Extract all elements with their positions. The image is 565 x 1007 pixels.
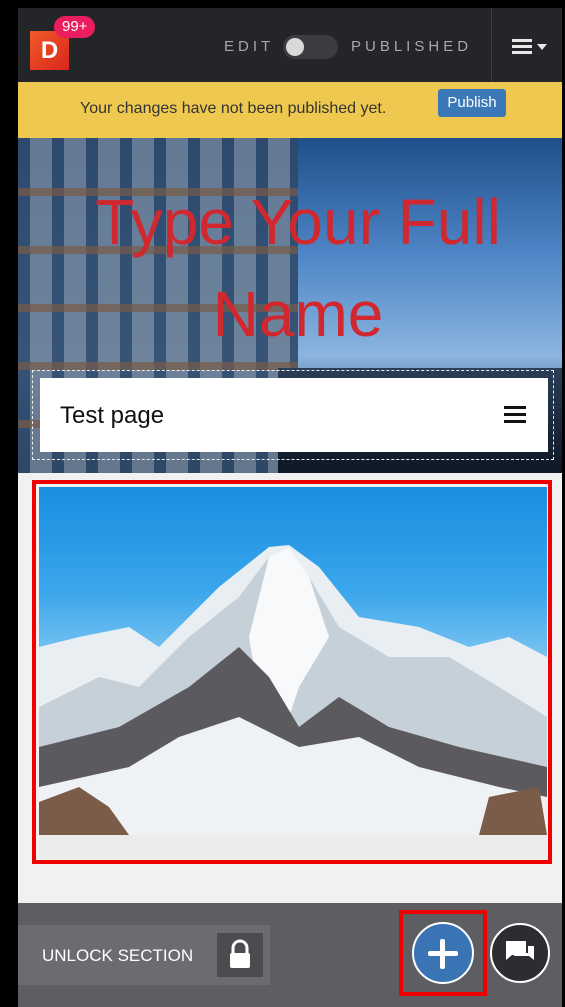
main-menu-button[interactable]: [508, 36, 552, 58]
editor-frame: D 99+ EDIT PUBLISHED Your changes have n…: [18, 8, 562, 1007]
hero-title[interactable]: Type Your Full Name: [58, 176, 538, 360]
published-mode-label: PUBLISHED: [351, 38, 473, 55]
caret-down-icon: [537, 44, 547, 50]
selected-section-highlight: [32, 480, 552, 864]
chat-icon: [506, 941, 534, 960]
hamburger-icon[interactable]: [504, 406, 526, 424]
edit-mode-label: EDIT: [224, 38, 275, 55]
toolbar-divider: [491, 8, 492, 82]
unlock-section-panel[interactable]: UNLOCK SECTION: [18, 925, 270, 985]
add-section-button[interactable]: [412, 922, 474, 984]
site-nav-title[interactable]: Test page: [60, 402, 164, 430]
lock-icon: [230, 939, 250, 968]
unlock-section-label[interactable]: UNLOCK SECTION: [42, 946, 193, 966]
top-toolbar: D 99+ EDIT PUBLISHED: [18, 8, 562, 82]
menu-icon: [512, 45, 532, 48]
site-nav-bar[interactable]: Test page: [40, 378, 548, 452]
edit-publish-toggle[interactable]: [283, 35, 338, 59]
banner-message: Your changes have not been published yet…: [80, 100, 387, 117]
toggle-knob: [286, 38, 304, 56]
notification-badge[interactable]: 99+: [54, 16, 96, 38]
menu-icon: [512, 39, 532, 42]
hero-section[interactable]: Type Your Full Name Test page: [18, 138, 562, 473]
publish-button[interactable]: Publish: [438, 89, 506, 117]
menu-icon: [512, 51, 532, 54]
lock-button[interactable]: [217, 933, 263, 977]
chat-button[interactable]: [490, 923, 550, 983]
